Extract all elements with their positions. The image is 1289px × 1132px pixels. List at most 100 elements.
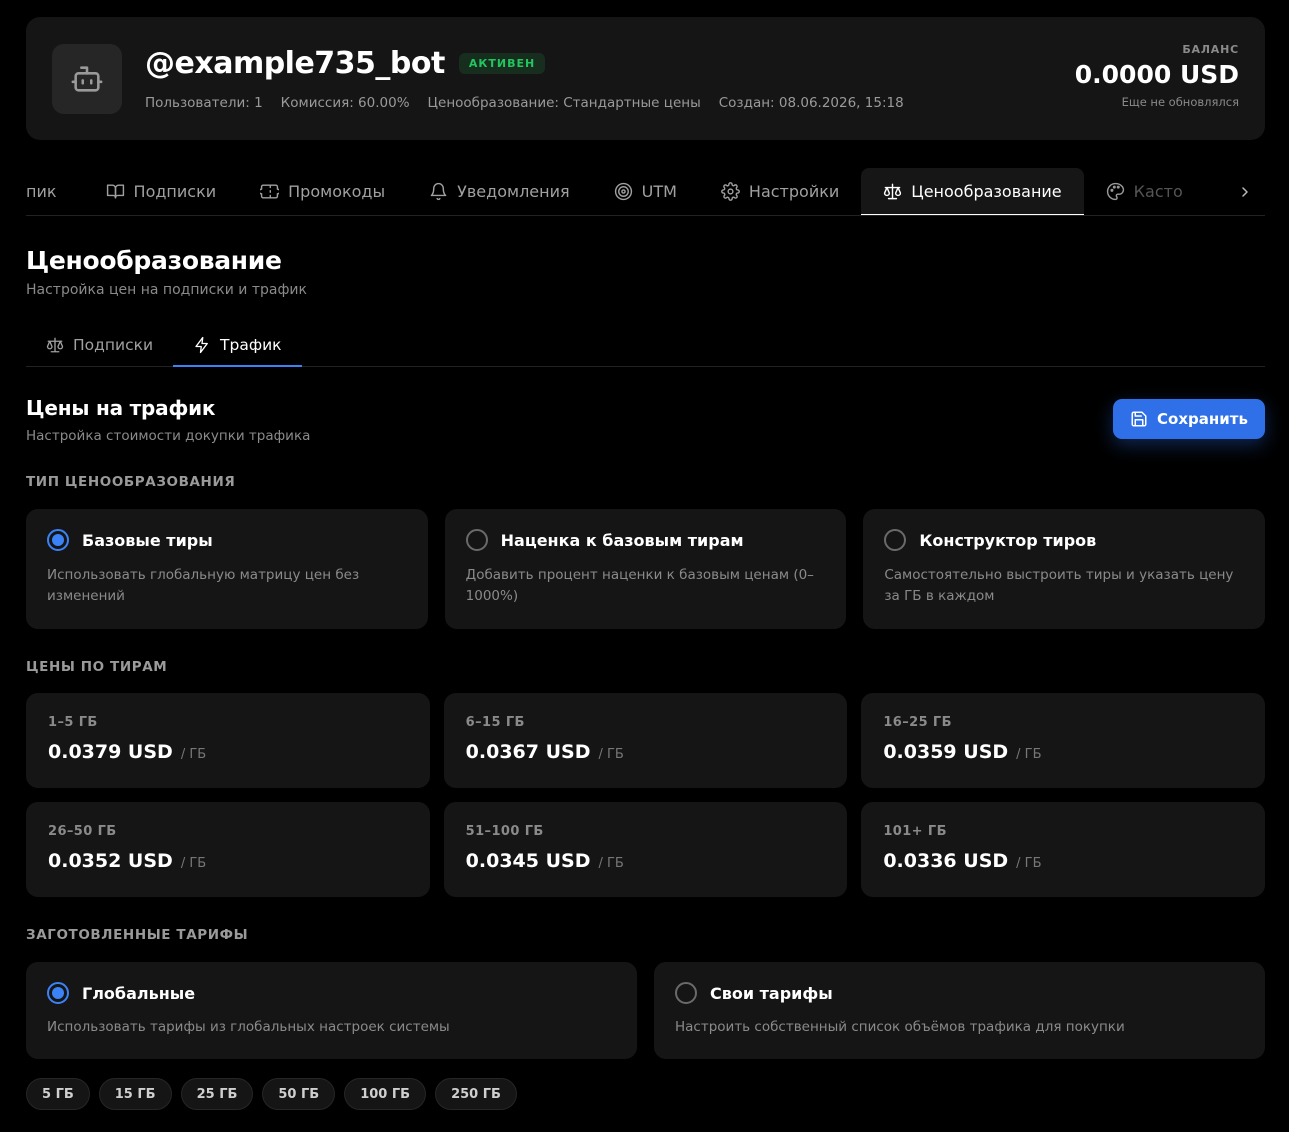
chevron-right-icon <box>1237 184 1253 200</box>
section-title: Ценообразование <box>26 246 282 275</box>
bot-header-card: @example735_bot АКТИВЕН Пользователи: 1 … <box>26 17 1265 140</box>
tier-unit: / ГБ <box>1016 747 1042 762</box>
volume-chip: 50 ГБ <box>262 1078 336 1110</box>
status-badge: АКТИВЕН <box>458 53 546 74</box>
meta-commission: Комиссия: 60.00% <box>280 95 410 111</box>
tab-label: Настройки <box>748 182 840 201</box>
option-desc: Использовать глобальную матрицу цен без … <box>47 567 360 604</box>
tab-pricing[interactable]: Ценообразование <box>861 168 1085 215</box>
balance-label: БАЛАНС <box>1182 43 1239 56</box>
pricing-option-constructor[interactable]: Конструктор тиров Самостоятельно выстрои… <box>863 509 1265 629</box>
volume-chip: 5 ГБ <box>26 1078 90 1110</box>
radio-unselected[interactable] <box>675 982 697 1004</box>
radio-selected[interactable] <box>47 982 69 1004</box>
option-desc: Настроить собственный список объёмов тра… <box>675 1019 1125 1035</box>
tab-utm[interactable]: UTM <box>592 168 699 215</box>
option-title: Наценка к базовым тирам <box>500 530 744 550</box>
bot-info: @example735_bot АКТИВЕН Пользователи: 1 … <box>145 46 904 111</box>
tier-price: 0.0379 USD <box>48 741 173 763</box>
tier-card: 16–25 ГБ 0.0359 USD / ГБ <box>861 693 1265 788</box>
radio-selected[interactable] <box>47 529 69 551</box>
option-desc: Самостоятельно выстроить тиры и указать … <box>884 567 1234 604</box>
tier-card: 101+ ГБ 0.0336 USD / ГБ <box>861 802 1265 897</box>
tab-label: Промокоды <box>288 182 386 201</box>
option-title: Базовые тиры <box>82 530 213 550</box>
main-tabs: пик Подписки Промокоды Уведомления UTM Н… <box>26 168 1265 216</box>
floppy-icon <box>1130 410 1148 428</box>
tier-range: 26–50 ГБ <box>48 824 117 839</box>
gear-icon <box>721 182 740 201</box>
radio-unselected[interactable] <box>465 529 488 551</box>
bot-name: @example735_bot <box>145 46 445 81</box>
sub-tabs: Подписки Трафик <box>26 323 1265 367</box>
tier-unit: / ГБ <box>1016 856 1042 871</box>
section-subtitle: Настройка цен на подписки и трафик <box>26 282 307 298</box>
traffic-volume-chips: 5 ГБ 15 ГБ 25 ГБ 50 ГБ 100 ГБ 250 ГБ <box>26 1078 1265 1110</box>
pricing-option-markup[interactable]: Наценка к базовым тирам Добавить процент… <box>444 509 847 629</box>
traffic-block-head: Цены на трафик Настройка стоимости докуп… <box>26 396 1265 444</box>
volume-chip: 100 ГБ <box>344 1078 427 1110</box>
tab-promocodes[interactable]: Промокоды <box>238 168 407 215</box>
tier-price: 0.0336 USD <box>883 850 1009 872</box>
option-title: Глобальные <box>82 983 196 1003</box>
subtab-traffic[interactable]: Трафик <box>173 323 302 367</box>
tab-partial[interactable]: пик <box>26 168 84 215</box>
tier-range: 51–100 ГБ <box>465 824 544 839</box>
target-icon <box>614 182 633 201</box>
option-title: Свои тарифы <box>710 983 833 1003</box>
meta-users: Пользователи: 1 <box>145 95 263 111</box>
option-desc: Использовать тарифы из глобальных настро… <box>47 1019 450 1035</box>
tier-price: 0.0345 USD <box>465 850 591 872</box>
radio-unselected[interactable] <box>884 529 907 551</box>
meta-created: Создан: 08.06.2026, 15:18 <box>718 95 904 111</box>
meta-pricing: Ценообразование: Стандартные цены <box>427 95 701 111</box>
tab-label: Подписки <box>133 182 217 201</box>
tab-label: Ценообразование <box>911 182 1062 201</box>
tab-notifications[interactable]: Уведомления <box>407 168 592 215</box>
tier-unit: / ГБ <box>180 747 207 762</box>
tab-label: Касто <box>1133 182 1183 201</box>
bell-icon <box>429 182 448 201</box>
volume-chip: 250 ГБ <box>435 1078 517 1110</box>
subtab-label: Трафик <box>220 335 282 354</box>
tab-subscriptions[interactable]: Подписки <box>84 168 239 215</box>
subtab-subscriptions[interactable]: Подписки <box>26 323 173 366</box>
scales-icon <box>46 336 64 354</box>
tier-unit: / ГБ <box>598 747 624 762</box>
bot-meta: Пользователи: 1 Комиссия: 60.00% Ценообр… <box>145 95 904 111</box>
scales-icon <box>883 182 902 201</box>
lightning-icon <box>193 336 211 354</box>
tabs-scroll-right[interactable] <box>1225 168 1265 215</box>
tab-label: Уведомления <box>457 182 570 201</box>
volume-chip: 25 ГБ <box>180 1078 254 1110</box>
tier-price: 0.0352 USD <box>48 850 173 872</box>
preset-options: Глобальные Использовать тарифы из глобал… <box>26 962 1265 1059</box>
tier-card: 26–50 ГБ 0.0352 USD / ГБ <box>26 802 430 897</box>
traffic-title: Цены на трафик <box>26 396 216 420</box>
balance-note: Еще не обновлялся <box>1121 95 1239 109</box>
tier-range: 6–15 ГБ <box>465 715 525 730</box>
tab-label: пик <box>26 182 57 201</box>
preset-option-global[interactable]: Глобальные Использовать тарифы из глобал… <box>26 962 637 1059</box>
tier-price: 0.0367 USD <box>465 741 591 763</box>
tier-range: 16–25 ГБ <box>883 715 952 730</box>
tab-settings[interactable]: Настройки <box>699 168 861 215</box>
tab-label: UTM <box>641 182 677 201</box>
preset-option-custom[interactable]: Свои тарифы Настроить собственный список… <box>654 962 1265 1059</box>
palette-icon <box>1106 182 1125 201</box>
tier-price: 0.0359 USD <box>883 741 1009 763</box>
balance-block: БАЛАНС 0.0000 USD Еще не обновлялся <box>1075 43 1239 109</box>
pricing-option-base[interactable]: Базовые тиры Использовать глобальную мат… <box>26 509 428 629</box>
pricing-type-options: Базовые тиры Использовать глобальную мат… <box>26 509 1265 629</box>
page: @example735_bot АКТИВЕН Пользователи: 1 … <box>26 17 1265 1110</box>
tier-grid: 1–5 ГБ 0.0379 USD / ГБ 6–15 ГБ 0.0367 USD… <box>26 693 1265 897</box>
option-desc: Добавить процент наценки к базовым ценам… <box>465 567 814 604</box>
tier-card: 1–5 ГБ 0.0379 USD / ГБ <box>26 693 430 788</box>
traffic-subtitle: Настройка стоимости докупки трафика <box>26 428 311 444</box>
book-icon <box>106 182 125 201</box>
tier-range: 1–5 ГБ <box>48 715 98 730</box>
tab-customization[interactable]: Касто <box>1084 168 1205 215</box>
tier-range: 101+ ГБ <box>883 824 947 839</box>
ticket-icon <box>260 182 280 201</box>
save-button[interactable]: Сохранить <box>1113 399 1265 439</box>
